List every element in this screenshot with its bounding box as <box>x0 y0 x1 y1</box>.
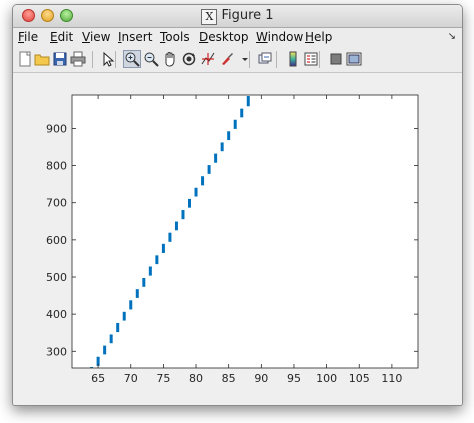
menu-desktop[interactable]: Desktop <box>199 30 249 44</box>
print-icon[interactable] <box>70 51 86 67</box>
menu-view-accelerator: V <box>82 30 90 44</box>
menu-tools-label: ools <box>165 30 190 44</box>
menu-insert-label: nsert <box>121 30 153 44</box>
axes-background <box>72 95 418 368</box>
x-tick-label: 80 <box>189 372 203 385</box>
brush-dropdown-icon[interactable] <box>237 51 248 67</box>
menu-file-label: ile <box>24 30 39 44</box>
title-bar[interactable]: X Figure 1 <box>13 5 462 28</box>
menu-help[interactable]: Help <box>305 30 332 44</box>
menu-help-accelerator: H <box>305 30 315 44</box>
menu-view[interactable]: View <box>82 30 110 44</box>
insert-colorbar-icon[interactable] <box>285 51 301 67</box>
open-file-icon[interactable] <box>34 51 50 67</box>
plot-area: 65 70 75 80 85 90 95 100 105 110 300 400 500 600 700 80… <box>13 73 462 405</box>
menu-insert[interactable]: Insert <box>118 30 152 44</box>
menu-window[interactable]: Window <box>256 30 303 44</box>
y-tick-label: 800 <box>46 160 67 173</box>
menu-bar: ↘ File Edit View Insert Tools Desktop Window He… <box>13 28 462 48</box>
y-tick-label: 300 <box>46 345 67 358</box>
menu-help-label: elp <box>314 30 333 44</box>
menu-tools[interactable]: Tools <box>160 30 190 44</box>
y-tick-label: 400 <box>46 308 67 321</box>
scatter-chart[interactable]: 65 70 75 80 85 90 95 100 105 110 300 400 500 600 700 80… <box>13 73 462 405</box>
zoom-out-icon[interactable] <box>143 51 159 67</box>
x-tick-label: 75 <box>156 372 170 385</box>
edit-plot-arrow-icon[interactable] <box>100 51 116 67</box>
show-plot-tools-icon[interactable] <box>346 51 362 67</box>
pan-hand-icon[interactable] <box>162 51 178 67</box>
x-tick-label: 105 <box>349 372 370 385</box>
menu-file[interactable]: File <box>18 30 38 44</box>
toolbar-separator <box>276 51 277 68</box>
x-tick-label: 110 <box>381 372 402 385</box>
x-tick-label: 65 <box>91 372 105 385</box>
y-tick-label: 600 <box>46 234 67 247</box>
x-tick-label: 70 <box>124 372 138 385</box>
toolbar-separator <box>319 51 320 68</box>
menu-edit-label: dit <box>57 30 74 44</box>
menu-edit-accelerator: E <box>50 30 58 44</box>
menu-edit[interactable]: Edit <box>50 30 73 44</box>
insert-legend-icon[interactable] <box>303 51 319 67</box>
data-cursor-icon[interactable] <box>200 51 216 67</box>
window-title-area: X Figure 1 <box>13 8 462 25</box>
menu-desktop-label: esktop <box>208 30 249 44</box>
x11-app-icon: X <box>201 9 218 25</box>
dock-figure-icon[interactable]: ↘ <box>448 31 456 42</box>
link-plot-icon[interactable] <box>257 51 273 67</box>
toolbar-separator <box>92 51 93 68</box>
x-tick-label: 100 <box>316 372 337 385</box>
figure-toolbar <box>13 48 462 73</box>
y-tick-label: 900 <box>46 122 67 135</box>
x-tick-label: 95 <box>287 372 301 385</box>
rotate-3d-icon[interactable] <box>181 51 197 67</box>
save-icon[interactable] <box>52 51 68 67</box>
brush-icon[interactable] <box>219 51 235 67</box>
y-tick-label: 700 <box>46 197 67 210</box>
y-tick-label: 500 <box>46 271 67 284</box>
x-tick-label: 90 <box>254 372 268 385</box>
x-tick-label: 85 <box>222 372 236 385</box>
menu-desktop-accelerator: D <box>199 30 209 44</box>
new-figure-icon[interactable] <box>17 51 33 67</box>
menu-window-accelerator: W <box>256 30 268 44</box>
zoom-in-icon[interactable] <box>123 50 141 68</box>
window-title: Figure 1 <box>221 8 274 23</box>
figure-window: X Figure 1 ↘ File Edit View Insert Tools Deskt… <box>12 4 463 406</box>
hide-plot-tools-icon[interactable] <box>328 51 344 67</box>
menu-window-label: indow <box>267 30 304 44</box>
menu-view-label: iew <box>89 30 111 44</box>
